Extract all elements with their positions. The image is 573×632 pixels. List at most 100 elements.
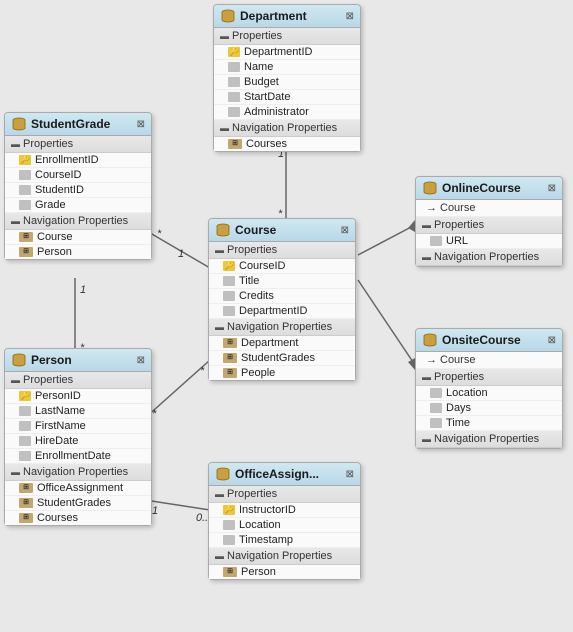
entity-studentgrade-header: StudentGrade ⊠ <box>5 113 151 136</box>
person-icon <box>11 352 27 368</box>
person-expand[interactable]: ⊠ <box>137 355 145 366</box>
mult-po-1: 1 <box>152 505 158 517</box>
nav-icon-person-3: ⊞ <box>19 513 33 523</box>
course-nav-1: ⊞ Department <box>209 336 355 351</box>
field-icon-os-1 <box>430 388 442 398</box>
onlinecourse-icon <box>422 180 438 196</box>
os-prop-2: Days <box>416 401 562 416</box>
sg-prop-2: CourseID <box>5 168 151 183</box>
sg-prop-4: Grade <box>5 198 151 213</box>
key-icon-oa-1 <box>223 505 235 515</box>
onlinecourse-title: OnlineCourse <box>442 181 521 195</box>
field-icon-person-2 <box>19 406 31 416</box>
onlinecourse-nav-header: ▬ Navigation Properties <box>416 249 562 266</box>
course-title: Course <box>235 223 276 237</box>
nav-icon-dept-1: ⊞ <box>228 139 242 149</box>
mult-sg-star: * <box>157 228 161 240</box>
field-icon-sg-4 <box>19 200 31 210</box>
officeassign-nav-header: ▬ Navigation Properties <box>209 548 360 565</box>
field-icon-dept-3 <box>228 77 240 87</box>
key-icon-sg-1 <box>19 155 31 165</box>
department-expand[interactable]: ⊠ <box>346 11 354 22</box>
field-icon-os-3 <box>430 418 442 428</box>
sg-nav-2: ⊞ Person <box>5 245 151 259</box>
officeassign-icon <box>215 466 231 482</box>
person-prop-4: HireDate <box>5 434 151 449</box>
key-icon-person-1 <box>19 391 31 401</box>
course-nav-2: ⊞ StudentGrades <box>209 351 355 366</box>
nav-icon-course-1: ⊞ <box>223 338 237 348</box>
field-icon-oa-3 <box>223 535 235 545</box>
person-props-header: ▬ Properties <box>5 372 151 389</box>
person-prop-2: LastName <box>5 404 151 419</box>
person-nav-header: ▬ Navigation Properties <box>5 464 151 481</box>
officeassign-title: OfficeAssign... <box>235 467 319 481</box>
oa-nav-1: ⊞ Person <box>209 565 360 579</box>
entity-officeassign: OfficeAssign... ⊠ ▬ Properties Instructo… <box>208 462 361 580</box>
entity-onsitecourse: OnsiteCourse ⊠ → Course ▬ Properties Loc… <box>415 328 563 449</box>
department-icon <box>220 8 236 24</box>
onlinecourse-expand[interactable]: ⊠ <box>548 183 556 194</box>
dept-prop-2: Name <box>214 60 360 75</box>
entity-studentgrade: StudentGrade ⊠ ▬ Properties EnrollmentID… <box>4 112 152 260</box>
department-nav-header: ▬ Navigation Properties <box>214 120 360 137</box>
course-icon <box>215 222 231 238</box>
nav-icon-sg-2: ⊞ <box>19 247 33 257</box>
officeassign-expand[interactable]: ⊠ <box>346 469 354 480</box>
entity-person: Person ⊠ ▬ Properties PersonID LastName … <box>4 348 152 526</box>
course-nav-header: ▬ Navigation Properties <box>209 319 355 336</box>
dept-prop-4: StartDate <box>214 90 360 105</box>
os-prop-3: Time <box>416 416 562 431</box>
mult-pc-star2: * <box>200 365 204 377</box>
entity-course: Course ⊠ ▬ Properties CourseID Title Cre… <box>208 218 356 381</box>
os-prop-1: Location <box>416 386 562 401</box>
person-nav-2: ⊞ StudentGrades <box>5 496 151 511</box>
course-props-header: ▬ Properties <box>209 242 355 259</box>
nav-icon-course-2: ⊞ <box>223 353 237 363</box>
field-icon-dept-5 <box>228 107 240 117</box>
onsitecourse-nav-header: ▬ Navigation Properties <box>416 431 562 448</box>
entity-officeassign-header: OfficeAssign... ⊠ <box>209 463 360 486</box>
studentgrade-expand[interactable]: ⊠ <box>137 119 145 130</box>
field-icon-sg-3 <box>19 185 31 195</box>
field-icon-course-2 <box>223 276 235 286</box>
course-prop-4: DepartmentID <box>209 304 355 319</box>
mult-sg-1: 1 <box>178 248 184 260</box>
sg-nav-1: ⊞ Course <box>5 230 151 245</box>
oa-prop-3: Timestamp <box>209 533 360 548</box>
onsitecourse-props-header: ▬ Properties <box>416 369 562 386</box>
onsitecourse-title: OnsiteCourse <box>442 333 521 347</box>
onsitecourse-icon <box>422 332 438 348</box>
field-icon-person-4 <box>19 436 31 446</box>
field-icon-person-5 <box>19 451 31 461</box>
studentgrade-title: StudentGrade <box>31 117 110 131</box>
department-title: Department <box>240 9 307 23</box>
field-icon-course-4 <box>223 306 235 316</box>
field-icon-person-3 <box>19 421 31 431</box>
entity-onsitecourse-header: OnsiteCourse ⊠ <box>416 329 562 352</box>
nav-icon-course-3: ⊞ <box>223 368 237 378</box>
person-prop-3: FirstName <box>5 419 151 434</box>
dept-nav-1: ⊞ Courses <box>214 137 360 151</box>
course-nav-3: ⊞ People <box>209 366 355 380</box>
field-icon-dept-4 <box>228 92 240 102</box>
course-prop-3: Credits <box>209 289 355 304</box>
field-icon-sg-2 <box>19 170 31 180</box>
person-nav-1: ⊞ OfficeAssignment <box>5 481 151 496</box>
diagram-canvas: 1 * 1 * 1 * * * 1 0..1 Department ⊠ ▬ Pr… <box>0 0 573 632</box>
studentgrade-icon <box>11 116 27 132</box>
person-prop-5: EnrollmentDate <box>5 449 151 464</box>
course-expand[interactable]: ⊠ <box>341 225 349 236</box>
oa-prop-2: Location <box>209 518 360 533</box>
person-title: Person <box>31 353 72 367</box>
onsitecourse-expand[interactable]: ⊠ <box>548 335 556 346</box>
entity-onlinecourse: OnlineCourse ⊠ → Course ▬ Properties URL… <box>415 176 563 267</box>
nav-icon-person-1: ⊞ <box>19 483 33 493</box>
oa-prop-1: InstructorID <box>209 503 360 518</box>
studentgrade-nav-header: ▬ Navigation Properties <box>5 213 151 230</box>
mult-person-1: 1 <box>80 284 86 296</box>
entity-person-header: Person ⊠ <box>5 349 151 372</box>
sg-prop-3: StudentID <box>5 183 151 198</box>
onlinecourse-props-header: ▬ Properties <box>416 217 562 234</box>
department-props-header: ▬ Properties <box>214 28 360 45</box>
